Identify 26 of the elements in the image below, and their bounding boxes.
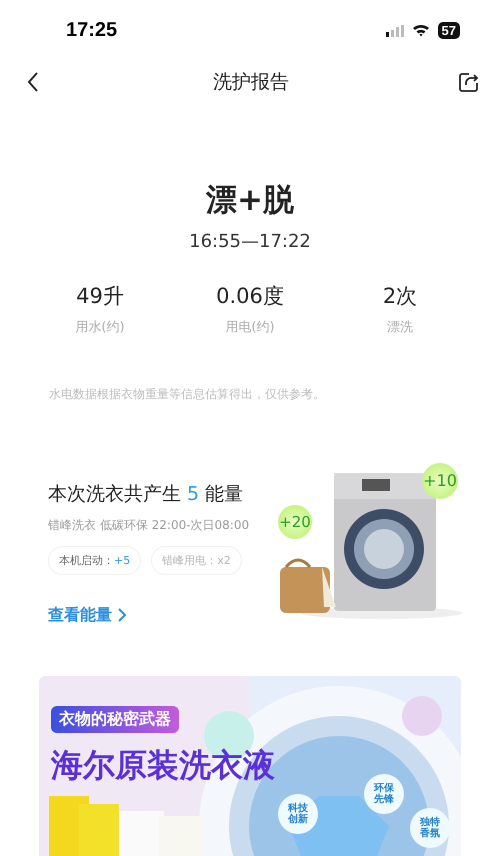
estimate-note: 水电数据根据衣物重量等信息估算得出，仅供参考。 bbox=[49, 386, 326, 403]
stat-value: 0.06度 bbox=[216, 282, 284, 310]
program-name: 漂+脱 bbox=[206, 180, 294, 220]
banner-tag: 衣物的秘密武器 bbox=[51, 706, 179, 733]
bonus-chip: 本机启动：+5 bbox=[48, 546, 142, 575]
share-icon bbox=[457, 70, 481, 94]
energy-bubble: +20 bbox=[278, 504, 312, 539]
status-time: 17:25 bbox=[66, 19, 118, 42]
stat-label: 用水(约) bbox=[75, 318, 125, 336]
back-icon bbox=[27, 72, 39, 92]
time-range: 16:55—17:22 bbox=[189, 230, 311, 252]
view-energy-link[interactable]: 查看能量 bbox=[48, 604, 250, 626]
chevron-icon bbox=[118, 608, 127, 622]
stat-label: 漂洗 bbox=[387, 318, 413, 336]
wifi-icon bbox=[412, 24, 430, 38]
page-title: 洗护报告 bbox=[213, 70, 289, 95]
energy-bubble: +10 bbox=[422, 462, 458, 499]
bonus-chip: 错峰用电：x2 bbox=[151, 546, 242, 575]
stat-value: 49升 bbox=[76, 282, 124, 310]
stat-value: 2次 bbox=[382, 282, 418, 310]
banner-headline: 海尔原装洗衣液 bbox=[51, 744, 275, 786]
battery-level: 57 bbox=[438, 22, 460, 40]
energy-title: 本次洗衣共产生 5 能量 bbox=[48, 482, 244, 507]
energy-subtitle: 错峰洗衣 低碳环保 22:00-次日08:00 bbox=[48, 516, 250, 534]
stat-label: 用电(约) bbox=[225, 318, 275, 336]
signal-icon bbox=[386, 24, 404, 37]
